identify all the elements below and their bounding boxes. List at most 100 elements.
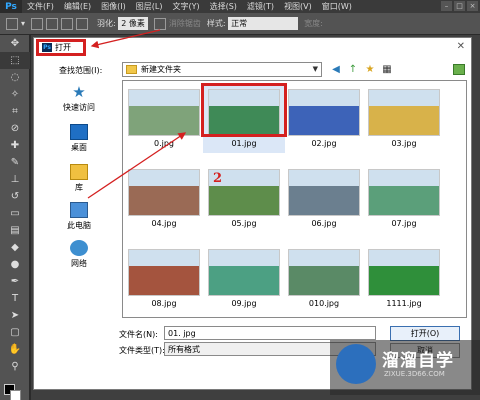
blur-tool-icon[interactable]: ◆	[0, 239, 30, 256]
menu-view[interactable]: 视图(V)	[279, 1, 317, 12]
type-tool-icon[interactable]: T	[0, 290, 30, 307]
menu-filter[interactable]: 滤镜(T)	[242, 1, 279, 12]
file-name: 09.jpg	[231, 299, 257, 308]
place-network[interactable]: 网络	[40, 240, 118, 269]
desktop-icon	[70, 124, 88, 140]
menu-type[interactable]: 文字(Y)	[167, 1, 204, 12]
view-menu-icon[interactable]: ▦	[381, 63, 393, 75]
lasso-tool-icon[interactable]: ◌	[0, 69, 30, 86]
photoshop-logo: Ps	[0, 0, 22, 13]
add-selection-icon[interactable]	[46, 17, 59, 30]
place-label: 此电脑	[67, 221, 91, 230]
file-name: 0.jpg	[153, 139, 174, 148]
new-selection-icon[interactable]	[31, 17, 44, 30]
place-this-pc[interactable]: 此电脑	[40, 202, 118, 231]
menu-window[interactable]: 窗口(W)	[317, 1, 357, 12]
background-color-swatch[interactable]	[10, 390, 21, 400]
menu-image[interactable]: 图像(I)	[96, 1, 131, 12]
history-brush-icon[interactable]: ↺	[0, 188, 30, 205]
gradient-icon[interactable]: ▤	[0, 222, 30, 239]
style-select[interactable]: 正常	[228, 17, 299, 30]
up-folder-icon[interactable]: ↑	[347, 63, 359, 75]
place-label: 库	[75, 183, 83, 192]
file-thumbnail[interactable]	[368, 89, 440, 136]
photoshop-window: Ps 文件(F) 编辑(E) 图像(I) 图层(L) 文字(Y) 选择(S) 滤…	[0, 0, 480, 400]
dropdown-icon[interactable]: ▾	[21, 19, 25, 28]
place-label: 网络	[71, 259, 87, 268]
new-folder-icon[interactable]: ★	[364, 63, 376, 75]
clone-stamp-icon[interactable]: ⊥	[0, 171, 30, 188]
menu-select[interactable]: 选择(S)	[205, 1, 242, 12]
window-controls: – □ ×	[441, 1, 478, 11]
selection-highlight-box	[201, 83, 287, 137]
eyedropper-icon[interactable]: ⊘	[0, 120, 30, 137]
style-label: 样式:	[206, 19, 226, 28]
file-thumbnail[interactable]	[368, 249, 440, 296]
pen-tool-icon[interactable]: ✒	[0, 273, 30, 290]
file-thumbnail[interactable]	[288, 249, 360, 296]
healing-brush-icon[interactable]: ✚	[0, 137, 30, 154]
menu-file[interactable]: 文件(F)	[22, 1, 59, 12]
file-thumbnail[interactable]	[128, 89, 200, 136]
watermark: 溜溜自学 ZIXUE.3D66.COM	[330, 340, 480, 395]
look-in-label: 查找范围(I):	[59, 66, 103, 75]
ps-icon: Ps	[42, 43, 52, 52]
file-name: 05.jpg	[231, 219, 257, 228]
file-thumbnail[interactable]	[128, 249, 200, 296]
intersect-selection-icon[interactable]	[76, 17, 89, 30]
file-name: 08.jpg	[151, 299, 177, 308]
place-desktop[interactable]: 桌面	[40, 124, 118, 153]
path-selection-icon[interactable]: ➤	[0, 307, 30, 324]
file-thumbnail[interactable]	[208, 249, 280, 296]
file-list: 0.jpg 01.jpg 02.jpg 03.jpg 04.jpg 05.jpg…	[122, 80, 467, 318]
zoom-tool-icon[interactable]: ⚲	[0, 358, 30, 375]
dodge-tool-icon[interactable]: ●	[0, 256, 30, 273]
close-icon[interactable]: ✕	[457, 41, 465, 52]
watermark-subtitle: ZIXUE.3D66.COM	[384, 370, 445, 378]
file-thumbnail[interactable]	[288, 169, 360, 216]
look-in-value: 新建文件夹	[141, 65, 181, 74]
file-name: 1111.jpg	[386, 299, 422, 308]
file-name: 02.jpg	[311, 139, 337, 148]
place-label: 快速访问	[63, 103, 95, 112]
crop-tool-icon[interactable]: ⌗	[0, 103, 30, 120]
shape-tool-icon[interactable]: ▢	[0, 324, 30, 341]
minimize-icon[interactable]: –	[441, 1, 452, 11]
preview-icon[interactable]	[453, 64, 465, 75]
marquee-tool-icon[interactable]	[6, 17, 18, 30]
file-name: 04.jpg	[151, 219, 177, 228]
back-icon[interactable]: ◀	[330, 63, 342, 75]
brush-tool-icon[interactable]: ✎	[0, 154, 30, 171]
feather-input[interactable]: 2 像素	[118, 17, 148, 30]
dialog-titlebar: Ps 打开 ✕	[34, 38, 471, 57]
maximize-icon[interactable]: □	[454, 1, 465, 11]
options-bar: ▾ 羽化: 2 像素 消除锯齿 样式: 正常 宽度:	[0, 13, 480, 35]
open-button[interactable]: 打开(O)	[390, 326, 460, 341]
antialias-checkbox[interactable]	[153, 17, 166, 30]
dialog-title: 打开	[55, 43, 71, 52]
star-icon: ★	[72, 83, 86, 101]
subtract-selection-icon[interactable]	[61, 17, 74, 30]
file-thumbnail[interactable]	[368, 169, 440, 216]
magic-wand-icon[interactable]: ✧	[0, 86, 30, 103]
look-in-select[interactable]: 新建文件夹 ▼	[122, 62, 322, 77]
file-thumbnail[interactable]	[128, 169, 200, 216]
marquee-tool-icon[interactable]: ⬚	[0, 52, 30, 69]
file-name: 06.jpg	[311, 219, 337, 228]
menu-edit[interactable]: 编辑(E)	[59, 1, 96, 12]
eraser-icon[interactable]: ▭	[0, 205, 30, 222]
place-quick-access[interactable]: ★ 快速访问	[40, 84, 118, 113]
menu-bar: Ps 文件(F) 编辑(E) 图像(I) 图层(L) 文字(Y) 选择(S) 滤…	[0, 0, 480, 13]
hand-tool-icon[interactable]: ✋	[0, 341, 30, 358]
file-name: 07.jpg	[391, 219, 417, 228]
toolbox: ✥ ⬚ ◌ ✧ ⌗ ⊘ ✚ ✎ ⊥ ↺ ▭ ▤ ◆ ● ✒ T ➤ ▢ ✋ ⚲	[0, 35, 30, 400]
place-library[interactable]: 库	[40, 164, 118, 193]
nav-toolbar: ◀ ↑ ★ ▦	[330, 63, 393, 75]
close-window-icon[interactable]: ×	[467, 1, 478, 11]
filename-input[interactable]: 01. jpg	[164, 326, 376, 340]
watermark-title: 溜溜自学	[382, 351, 454, 371]
menu-layer[interactable]: 图层(L)	[131, 1, 168, 12]
move-tool-icon[interactable]: ✥	[0, 35, 30, 52]
filetype-label: 文件类型(T):	[119, 346, 165, 355]
file-thumbnail[interactable]	[288, 89, 360, 136]
